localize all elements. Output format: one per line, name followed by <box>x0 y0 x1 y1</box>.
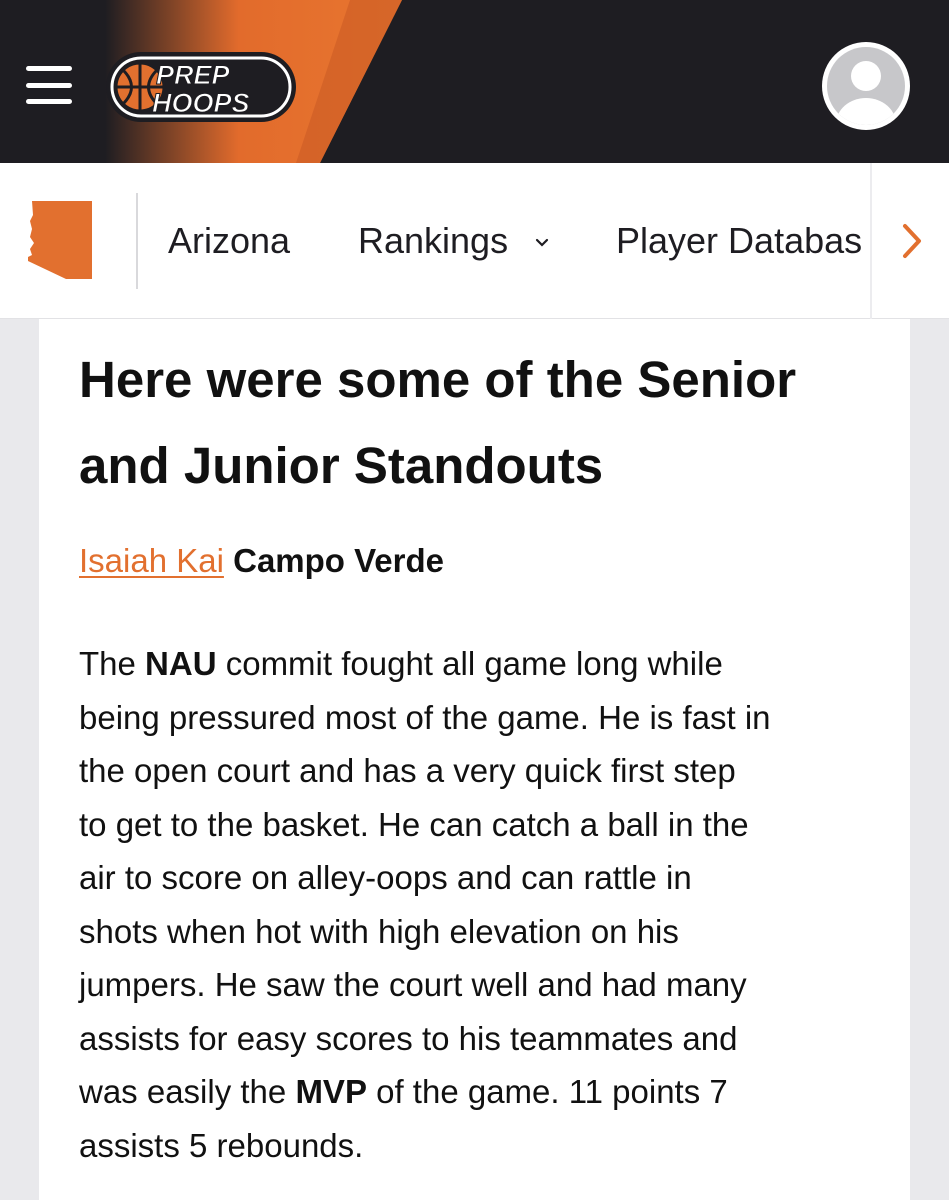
logo-line-1: PREP <box>156 60 231 90</box>
chevron-down-icon <box>535 238 549 247</box>
user-avatar[interactable] <box>822 42 910 130</box>
article-card: Here were some of the Senior and Junior … <box>39 319 910 1200</box>
nav-item-label: Rankings <box>358 220 509 261</box>
nav-divider <box>136 193 138 289</box>
paragraph-line: shots when hot with high elevation on hi… <box>79 912 679 950</box>
player-school: Campo Verde <box>233 542 445 579</box>
paragraph-line: was easily the MVP of the game. 11 point… <box>79 1073 728 1110</box>
player-line: Isaiah Kai Campo Verde <box>79 537 444 585</box>
state-navigation: Arizona Rankings Player Databas <box>0 163 949 319</box>
arizona-state-icon[interactable] <box>24 199 94 281</box>
user-avatar-icon <box>827 47 905 125</box>
nav-item-rankings[interactable]: Rankings <box>358 219 549 263</box>
article-paragraph: The NAU commit fought all game long whil… <box>79 637 889 1172</box>
nav-scroll-right-button[interactable] <box>870 163 949 319</box>
nav-item-player-database[interactable]: Player Databas <box>616 219 862 263</box>
paragraph-line: being pressured most of the game. He is … <box>79 698 771 736</box>
article-headline: Here were some of the Senior and Junior … <box>79 351 797 494</box>
paragraph-line: assists 5 rebounds. <box>79 1126 364 1164</box>
paragraph-line: assists for easy scores to his teammates… <box>79 1019 738 1057</box>
nav-item-label: Player Databas <box>616 220 863 261</box>
logo-line-2: HOOPS <box>152 88 250 118</box>
paragraph-line: air to score on alley-oops and can rattl… <box>79 859 692 896</box>
menu-button[interactable] <box>26 66 72 104</box>
prep-hoops-logo[interactable]: PREP HOOPS <box>104 44 304 128</box>
top-header: PREP HOOPS <box>0 0 949 163</box>
nav-item-label: Arizona <box>168 220 291 261</box>
basketball-logo-icon: PREP HOOPS <box>106 52 296 122</box>
paragraph-line: the open court and has a very quick firs… <box>79 752 736 789</box>
player-name-link[interactable]: Isaiah Kai <box>79 542 224 579</box>
nav-overflow-clip: Player Databas <box>600 163 872 319</box>
hamburger-icon <box>26 66 72 71</box>
nav-item-arizona[interactable]: Arizona <box>168 219 290 263</box>
chevron-right-icon <box>903 224 921 258</box>
paragraph-line: to get to the basket. He can catch a bal… <box>79 805 749 843</box>
paragraph-line: The NAU commit fought all game long whil… <box>79 645 723 682</box>
paragraph-line: jumpers. He saw the court well and had m… <box>79 966 747 1003</box>
